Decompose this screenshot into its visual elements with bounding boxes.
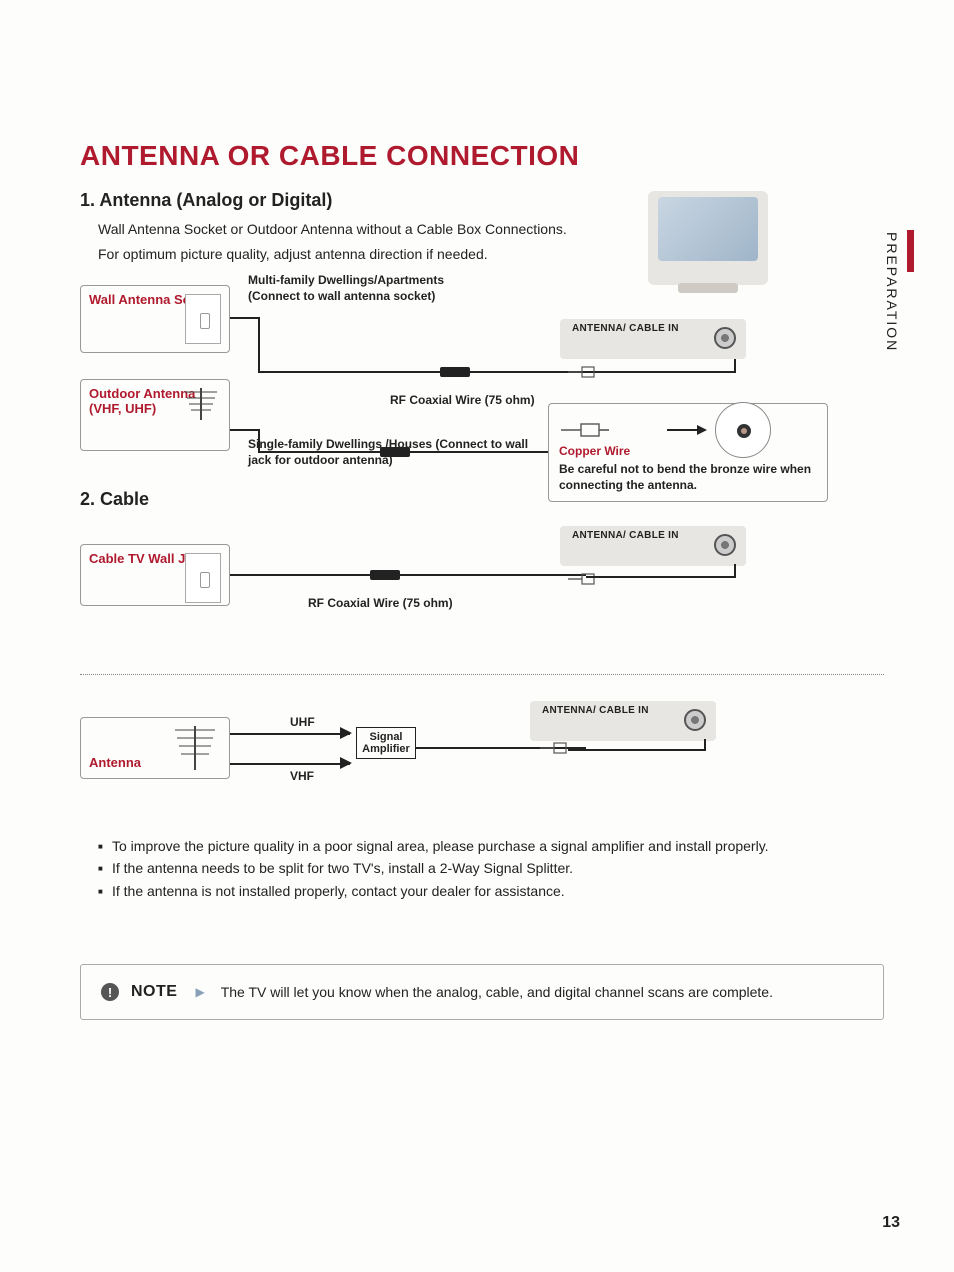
page-title: ANTENNA OR CABLE CONNECTION: [80, 140, 884, 172]
outdoor-antenna-box: Outdoor Antenna (VHF, UHF): [80, 379, 230, 451]
dotted-separator: [80, 674, 884, 675]
tips-list: To improve the picture quality in a poor…: [98, 835, 884, 902]
coax-jack-icon: [714, 327, 736, 349]
cable-tv-wall-jack-box: Cable TV Wall Jack: [80, 544, 230, 606]
arrow-icon: [340, 757, 354, 769]
panel-label-2: ANTENNA/ CABLE IN: [572, 530, 679, 541]
tip-item: If the antenna is not installed properly…: [98, 880, 884, 902]
coax-jack-icon: [684, 709, 706, 731]
antenna-box: Antenna: [80, 717, 230, 779]
signal-amplifier-box: Signal Amplifier: [356, 727, 416, 759]
uhf-label: UHF: [290, 715, 315, 729]
wall-socket-icon: [185, 294, 221, 344]
wall-antenna-socket-box: Wall Antenna Socket: [80, 285, 230, 353]
arrow-icon: [667, 424, 707, 436]
triangle-icon: ▶: [195, 985, 204, 999]
vhf-label: VHF: [290, 769, 314, 783]
panel-label-1: ANTENNA/ CABLE IN: [572, 323, 679, 334]
copper-wire-callout: Copper Wire Be careful not to bend the b…: [548, 403, 828, 502]
outdoor-antenna-icon: [177, 382, 225, 422]
bronze-wire-warning: Be careful not to bend the bronze wire w…: [559, 462, 817, 493]
coax-jack-icon: [714, 534, 736, 556]
coax-plug-icon: [568, 365, 596, 379]
page-number: 13: [882, 1214, 900, 1232]
coax-plug-icon: [568, 572, 596, 586]
rf-coax-label-1: RF Coaxial Wire (75 ohm): [390, 393, 535, 407]
single-family-label: Single-family Dwellings /Houses (Connect…: [248, 437, 538, 468]
antenna-cable-in-panel-3: ANTENNA/ CABLE IN: [530, 701, 716, 741]
tv-illustration: [648, 191, 768, 291]
tip-item: If the antenna needs to be split for two…: [98, 857, 884, 879]
note-label: NOTE: [131, 983, 177, 1001]
arrow-icon: [340, 727, 354, 739]
antenna-label: Antenna: [89, 755, 141, 770]
note-box: ! NOTE ▶ The TV will let you know when t…: [80, 964, 884, 1020]
coax-plug-icon: [540, 741, 568, 755]
antenna-cable-in-panel-2: ANTENNA/ CABLE IN: [560, 526, 746, 566]
copper-wire-inset-icon: [715, 402, 771, 458]
tip-item: To improve the picture quality in a poor…: [98, 835, 884, 857]
wall-jack-icon: [185, 553, 221, 603]
note-text: The TV will let you know when the analog…: [221, 984, 773, 1000]
rf-coax-label-2: RF Coaxial Wire (75 ohm): [308, 596, 453, 610]
antenna-icon: [167, 720, 223, 772]
amplifier-diagram: Antenna UHF VHF Signal Amplifier ANTENNA…: [80, 705, 820, 825]
panel-label-3: ANTENNA/ CABLE IN: [542, 705, 649, 716]
coax-plug-detail-icon: [559, 418, 609, 442]
multi-family-label: Multi-family Dwellings/Apartments (Conne…: [248, 273, 498, 304]
cable-diagram: Cable TV Wall Jack RF Coaxial Wire (75 o…: [80, 524, 820, 644]
sidebar-indicator: [907, 230, 914, 272]
sidebar-section-label: PREPARATION: [884, 232, 900, 352]
note-icon: !: [101, 983, 119, 1001]
antenna-cable-in-panel-1: ANTENNA/ CABLE IN: [560, 319, 746, 359]
